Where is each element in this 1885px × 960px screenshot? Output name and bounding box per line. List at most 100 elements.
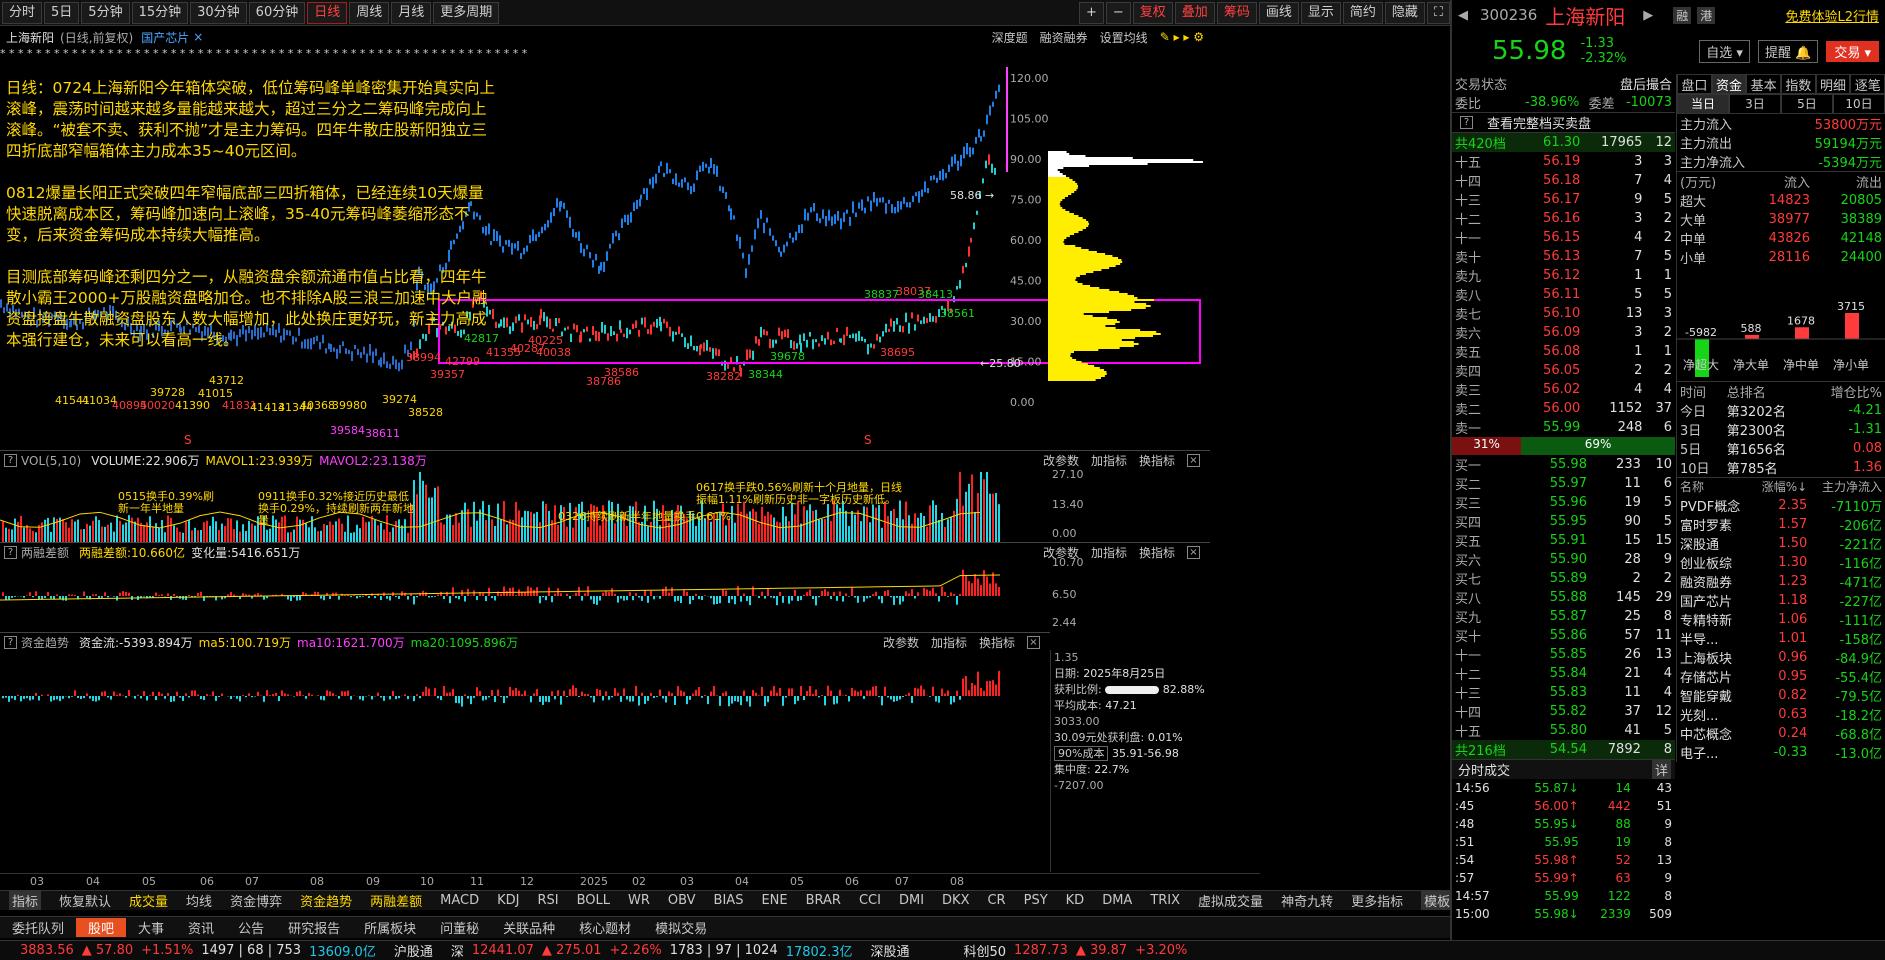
edit-params-link[interactable]: 改参数 [1043, 452, 1079, 469]
display-button[interactable]: 显示 [1300, 1, 1341, 24]
next-stock-icon[interactable]: ▶ [1643, 8, 1653, 23]
sector-row[interactable]: 光刻... 0.63 -18.2亿 [1677, 705, 1885, 724]
add-indicator-link[interactable]: 加指标 [1091, 544, 1127, 561]
switch-indicator-link[interactable]: 换指标 [979, 634, 1015, 651]
panel-close-icon[interactable]: ? [4, 454, 17, 467]
prev-stock-icon[interactable]: ◀ [1458, 8, 1468, 23]
hide-button[interactable]: 隐藏 [1384, 1, 1425, 24]
indicator-tab[interactable]: DMA [1102, 893, 1132, 908]
fund-period[interactable]: 3日 [1729, 94, 1781, 114]
trades-detail-button[interactable]: 详 [1651, 760, 1671, 779]
sector-row[interactable]: 智能穿戴 0.82 -79.5亿 [1677, 686, 1885, 705]
sector-row[interactable]: 电子... -0.33 -13.0亿 [1677, 743, 1885, 762]
close-icon[interactable]: × [1027, 636, 1040, 649]
switch-indicator-link[interactable]: 换指标 [1139, 452, 1175, 469]
panel-close-icon[interactable]: ? [4, 546, 17, 559]
sector-row[interactable]: 深股通 1.50 -221亿 [1677, 534, 1885, 553]
period-tab[interactable]: 30分钟 [190, 1, 247, 24]
indicator-tab[interactable]: DKX [942, 893, 969, 908]
fund-tab[interactable]: 指数 [1781, 74, 1816, 94]
sector-row[interactable]: 融资融券 1.23 -471亿 [1677, 572, 1885, 591]
indicator-tab[interactable]: 恢复默认 [59, 891, 111, 910]
fund-tab[interactable]: 逐笔 [1850, 74, 1885, 94]
bottom-tab[interactable]: 资讯 [176, 918, 226, 937]
fund-period[interactable]: 5日 [1781, 94, 1833, 114]
bottom-tab[interactable]: 大事 [126, 918, 176, 937]
fund-period[interactable]: 当日 [1677, 94, 1729, 114]
hgt-link[interactable]: 沪股通 [394, 941, 433, 960]
sh-index[interactable]: 3883.56 [20, 943, 74, 958]
sector-row[interactable]: 上海板块 0.96 -84.9亿 [1677, 648, 1885, 667]
sgt-link[interactable]: 深股通 [870, 941, 909, 960]
simple-button[interactable]: 简约 [1342, 1, 1383, 24]
indicator-tab[interactable]: ENE [761, 893, 787, 908]
trade-button[interactable]: 交易 ▾ [1826, 40, 1879, 62]
indicator-tab[interactable]: 两融差额 [370, 891, 422, 910]
alert-button[interactable]: 提醒 🔔 [1757, 39, 1819, 63]
indicator-tab[interactable]: CCI [859, 893, 881, 908]
close-icon[interactable]: × [193, 30, 203, 44]
margin-link[interactable]: 融资融券 [1040, 29, 1088, 46]
indicator-tab[interactable]: 资金博弈 [230, 891, 282, 910]
sector-row[interactable]: 存储芯片 0.95 -55.4亿 [1677, 667, 1885, 686]
indicator-tab[interactable]: KDJ [497, 893, 519, 908]
bottom-tab[interactable]: 公告 [226, 918, 276, 937]
sector-row[interactable]: 专精特新 1.06 -111亿 [1677, 610, 1885, 629]
period-tab[interactable]: 60分钟 [248, 1, 306, 24]
watchlist-button[interactable]: 自选 ▾ [1699, 39, 1750, 63]
fund-tab[interactable]: 明细 [1815, 74, 1851, 94]
bottom-tab[interactable]: 问董秘 [428, 918, 491, 937]
sector-row[interactable]: 创业板综 1.30 -116亿 [1677, 553, 1885, 572]
kc-index[interactable]: 1287.73 [1014, 943, 1068, 958]
indicator-tab[interactable]: TRIX [1150, 893, 1180, 908]
indicator-tab[interactable]: KD [1066, 893, 1085, 908]
indicator-tab[interactable]: OBV [668, 893, 696, 908]
cost-select[interactable]: 90%成本 [1054, 746, 1109, 761]
close-icon[interactable]: × [1187, 546, 1200, 559]
bottom-tab[interactable]: 研究报告 [276, 918, 352, 937]
close-icon[interactable]: × [1187, 454, 1200, 467]
indicator-tab[interactable]: 指标 [9, 891, 42, 910]
sector-row[interactable]: 半导... 1.01 -158亿 [1677, 629, 1885, 648]
indicator-tab[interactable]: BRAR [806, 893, 841, 908]
sector-row[interactable]: 富时罗素 1.57 -206亿 [1677, 515, 1885, 534]
full-orderbook-button[interactable]: ? 查看完整档买卖盘 [1452, 112, 1675, 132]
sector-row[interactable]: PVDF概念 2.35 -7110万 [1677, 496, 1885, 515]
zoom-out-button[interactable]: − [1105, 1, 1131, 24]
fund-tab[interactable]: 基本 [1746, 74, 1782, 94]
indicator-tab[interactable]: MACD [440, 893, 479, 908]
bottom-tab[interactable]: 股吧 [76, 918, 127, 937]
indicator-tab[interactable]: 虚拟成交量 [1198, 891, 1263, 910]
fund-period[interactable]: 10日 [1833, 94, 1885, 114]
ma-settings-link[interactable]: 设置均线 [1100, 29, 1148, 46]
sector-row[interactable]: 中芯概念 0.24 -68.8亿 [1677, 724, 1885, 743]
bottom-tab[interactable]: 委托队列 [0, 918, 76, 937]
fullscreen-icon[interactable]: ⛶ [1426, 1, 1450, 24]
more-period-dropdown[interactable]: 更多周期 [433, 1, 500, 24]
tool-icons[interactable]: ✎ ▸ ▸ ⚙ [1160, 30, 1204, 44]
indicator-tab[interactable]: CR [987, 893, 1005, 908]
indicator-tab[interactable]: RSI [537, 893, 558, 908]
indicator-tab[interactable]: DMI [899, 893, 924, 908]
period-tab[interactable]: 周线 [349, 1, 390, 24]
bottom-tab[interactable]: 所属板块 [352, 918, 428, 937]
chips-button[interactable]: 筹码 [1216, 1, 1257, 24]
bottom-tab[interactable]: 模拟交易 [643, 918, 719, 937]
period-tab-daily[interactable]: 日线 [307, 1, 348, 24]
bottom-tab[interactable]: 核心题材 [567, 918, 643, 937]
draw-line-button[interactable]: 画线 [1258, 1, 1299, 24]
period-tab[interactable]: 分时 [2, 1, 43, 24]
period-tab[interactable]: 5分钟 [81, 1, 130, 24]
add-indicator-link[interactable]: 加指标 [931, 634, 967, 651]
sz-index[interactable]: 12441.07 [472, 943, 534, 958]
indicator-tab[interactable]: 均线 [186, 891, 212, 910]
indicator-tab[interactable]: 模板 [1421, 891, 1454, 910]
zoom-in-button[interactable]: + [1078, 1, 1104, 24]
overlay-button[interactable]: 叠加 [1174, 1, 1215, 24]
fund-tab[interactable]: 盘口 [1677, 74, 1712, 94]
edit-params-link[interactable]: 改参数 [883, 634, 919, 651]
indicator-tab[interactable]: 资金趋势 [300, 891, 352, 910]
indicator-tab[interactable]: WR [628, 893, 650, 908]
concept-tag[interactable]: 国产芯片 [141, 29, 189, 46]
indicator-tab[interactable]: 成交量 [129, 891, 168, 910]
